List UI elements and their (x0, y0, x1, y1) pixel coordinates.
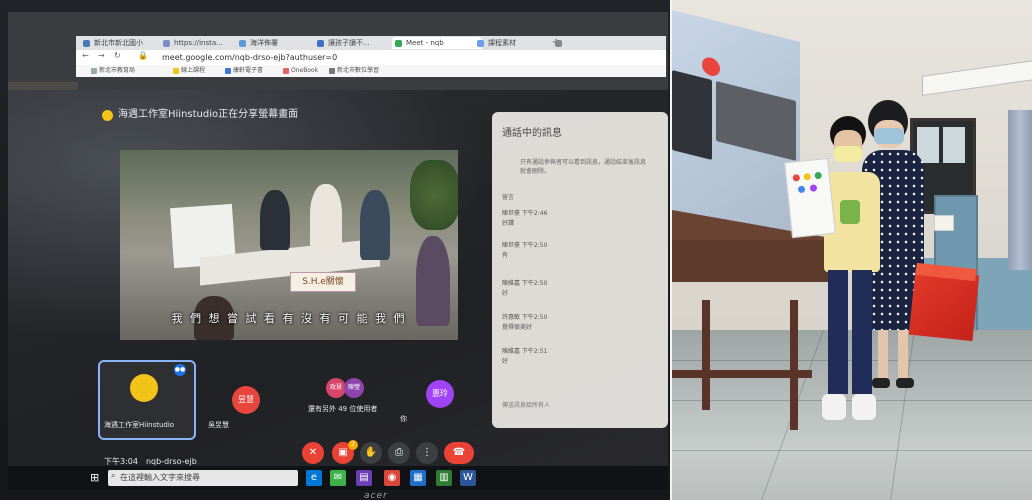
participant-avatar: 惠玲 (426, 380, 454, 408)
address-bar[interactable]: ← → ↻ 🔒 meet.google.com/nqb-drso-ejb?aut… (76, 50, 666, 65)
url-text[interactable]: meet.google.com/nqb-drso-ejb?authuser=0 (162, 51, 337, 64)
bookmark[interactable]: 新北市教育局 (90, 66, 135, 76)
video-subtitle: 我 們 想 嘗 試 看 有 沒 有 可 能 我 們 (171, 312, 407, 325)
browser-tab-active[interactable]: Meet - nqb (392, 37, 482, 49)
bookmark[interactable]: OneBook (282, 66, 318, 76)
chat-message-text: 覺得很美好 (502, 324, 533, 331)
video-person (360, 190, 390, 260)
search-icon: ⌕ (111, 471, 116, 480)
participant-avatar: 昱慧 (232, 386, 260, 414)
app-icon[interactable]: ▥ (436, 470, 452, 486)
presenter-avatar-icon (102, 110, 113, 121)
student-shoe (852, 394, 876, 420)
file-explorer-icon[interactable]: ▦ (410, 470, 426, 486)
notification-badge: 2 (348, 440, 358, 450)
mic-off-icon[interactable]: ✕ (302, 442, 324, 464)
chat-message-text: 好 (502, 290, 509, 297)
participant-name: 吳昱慧 (208, 421, 229, 429)
teacher-shoe (872, 378, 890, 388)
more-options-icon[interactable]: ⋮ (416, 442, 438, 464)
browser-tab-bar: 新北市新北國小 https://insta... 海洋佈署 讓孩子讀不... M… (76, 36, 666, 50)
windows-start-icon[interactable]: ⊞ (90, 472, 102, 484)
browser-tab[interactable]: 海洋佈署 (236, 37, 322, 49)
video-person (310, 184, 342, 250)
student-leg (828, 270, 848, 394)
certificate-paper (784, 157, 836, 239)
student-shirt-print (840, 200, 860, 224)
participant-avatar (130, 374, 158, 402)
browser-tab[interactable]: 課程素材 (474, 37, 560, 49)
participant-name: 你 (400, 415, 407, 423)
chat-message-sender: 陳維嘉 下午2:51 (502, 348, 548, 355)
classroom-photo (672, 0, 1032, 500)
bookmark[interactable]: 線上課程 (172, 66, 205, 76)
chat-message-text: 好 (502, 358, 509, 365)
chat-section-label: 留言 (502, 194, 515, 201)
projected-image (672, 70, 712, 160)
projected-image (716, 80, 796, 161)
chat-input[interactable]: 傳送訊息給所有人 (502, 400, 550, 409)
participant-avatar-small: 政慧 (326, 378, 346, 398)
participant-name: 海遇工作室Hiinstudio (104, 421, 175, 429)
teacher-mask (874, 128, 904, 144)
teacher-shoe (896, 378, 914, 388)
line-app-icon[interactable]: ✉ (330, 470, 346, 486)
desk-leg (790, 300, 798, 430)
bookmarks-bar: 新北市教育局 線上課程 康軒電子書 OneBook 新北市數位學習 (76, 65, 666, 77)
desk-leg (702, 300, 710, 410)
teacher-leg (898, 330, 908, 380)
laptop-brand-logo: acer (364, 491, 388, 500)
reload-icon[interactable]: ↻ (114, 51, 121, 60)
chat-panel-note: 只有通話參與者可以看到訊息，通話結束後訊息就會刪除。 (520, 159, 647, 175)
browser-tab[interactable]: 讓孩子讀不... (314, 37, 400, 49)
chat-message-sender: 陳世豪 下午2:50 (502, 242, 548, 249)
meeting-time: 下午3:04 (104, 457, 138, 466)
participant-avatar-small: 陳瑩 (344, 378, 364, 398)
laptop-photo: 新北市新北國小 https://insta... 海洋佈署 讓孩子讀不... M… (0, 0, 670, 500)
student-shoe (822, 394, 846, 420)
chat-message-sender: 陳維嘉 下午2:50 (502, 280, 548, 287)
taskbar-search-placeholder: 在這裡輸入文字來搜尋 (120, 473, 200, 482)
edge-icon[interactable]: e (306, 470, 322, 486)
browser-tab[interactable]: https://insta... (160, 37, 244, 49)
new-tab-icon[interactable]: + (552, 37, 564, 49)
student-leg (852, 270, 872, 394)
video-sign: S.H.e關懷 (290, 272, 356, 292)
chat-message-text: 好讚 (502, 220, 515, 227)
laptop-screen: 新北市新北國小 https://insta... 海洋佈署 讓孩子讀不... M… (8, 12, 668, 490)
video-plant (410, 160, 458, 230)
desk-rail (672, 370, 812, 378)
lock-icon: 🔒 (138, 51, 148, 60)
curtain (1008, 110, 1032, 270)
presenter-banner: 海遇工作室Hiinstudio正在分享螢幕畫面 (118, 109, 299, 120)
participant-name: 還有另外 49 位使用者 (308, 405, 378, 413)
meeting-code: nqb-drso-ejb (145, 457, 197, 466)
forward-arrow-icon[interactable]: → (98, 51, 105, 60)
word-icon[interactable]: W (460, 470, 476, 486)
bookmark[interactable]: 康軒電子書 (224, 66, 263, 76)
chrome-icon[interactable]: ◉ (384, 470, 400, 486)
chat-message-sender: 許惠敏 下午2:50 (502, 314, 548, 321)
back-arrow-icon[interactable]: ← (82, 51, 89, 60)
video-person (260, 190, 290, 250)
student-mask (834, 146, 862, 162)
desk-front (672, 240, 832, 282)
chat-message-sender: 陳世豪 下午2:46 (502, 210, 548, 217)
shared-screen-video: S.H.e關懷 我 們 想 嘗 試 看 有 沒 有 可 能 我 們 (120, 150, 458, 340)
chat-panel-title: 通話中的訊息 (502, 128, 562, 139)
teacher-leg (878, 330, 888, 380)
floor-line (672, 450, 1032, 451)
bookmark[interactable]: 新北市數位學習 (328, 66, 379, 76)
projected-avatar (702, 55, 720, 78)
hang-up-icon[interactable]: ☎ (444, 442, 474, 464)
raise-hand-icon[interactable]: ✋ (360, 442, 382, 464)
browser-tab[interactable]: 新北市新北國小 (80, 37, 168, 49)
app-icon[interactable]: ▤ (356, 470, 372, 486)
door-sign (934, 215, 954, 231)
chat-message-text: 有 (502, 252, 509, 259)
speaking-indicator-icon: ●● (174, 364, 186, 376)
present-screen-icon[interactable]: ⎙ (388, 442, 410, 464)
